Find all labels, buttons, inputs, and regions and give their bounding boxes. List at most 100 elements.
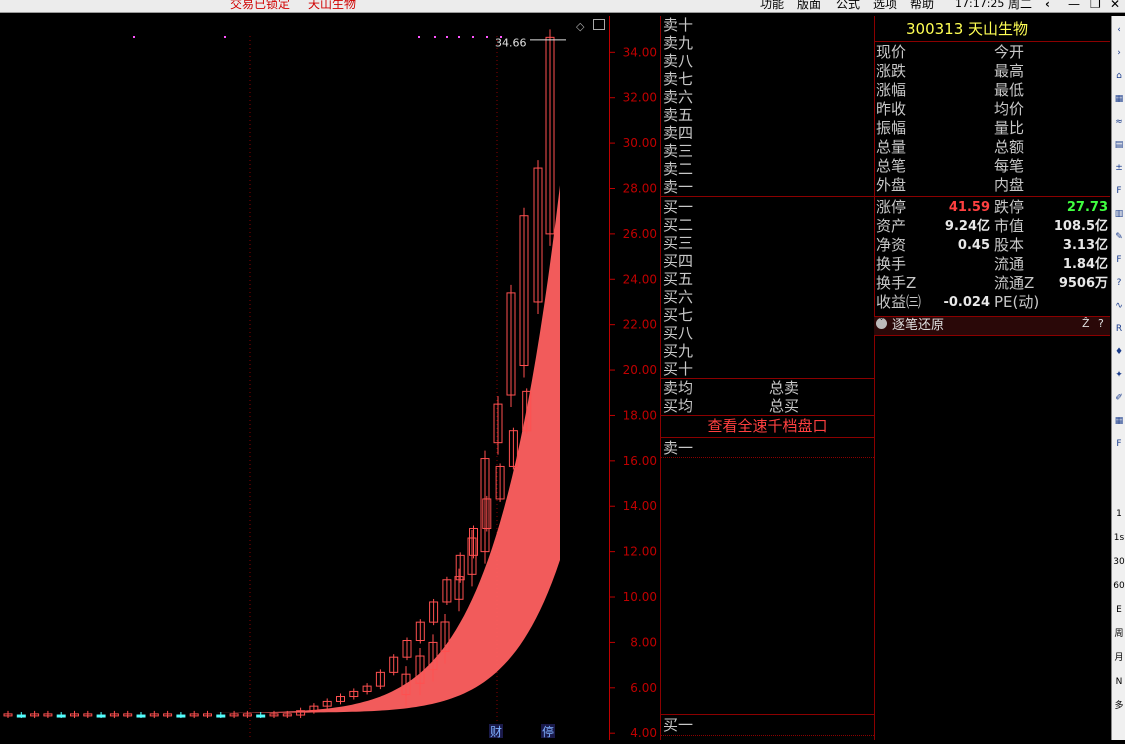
quote-left-6: 总笔: [876, 157, 907, 175]
quote-right-labels: 今开 最高 最低 均价 量比 总额 每笔 内盘: [994, 43, 1024, 195]
buy-level-4: 买四: [663, 252, 694, 270]
candle: [16, 714, 26, 718]
quote-right-5: 总额: [994, 138, 1025, 156]
candle: [96, 714, 106, 718]
minimize-icon[interactable]: —: [1068, 0, 1080, 12]
stat-label: PE(动): [994, 293, 1040, 311]
filter-icon[interactable]: Ẑ: [1082, 317, 1090, 330]
signal-icon[interactable]: ∿: [1113, 300, 1125, 312]
menu-formula[interactable]: 公式: [836, 0, 860, 12]
panel-toggle-icon[interactable]: [593, 19, 605, 30]
y-tick-label: 18.00: [623, 408, 657, 422]
restore-icon[interactable]: ❐: [1090, 0, 1101, 12]
sell-level-5: 卖六: [663, 88, 694, 106]
period-button[interactable]: 1: [1113, 508, 1125, 520]
dotted-divider: [661, 735, 874, 736]
period-button[interactable]: 60: [1113, 580, 1125, 592]
y-tick-label: 20.00: [623, 363, 657, 377]
y-tick-label: 12.00: [623, 545, 657, 559]
back-icon[interactable]: ‹: [1045, 0, 1050, 12]
divider: [661, 415, 874, 416]
total-buy-label: 总买: [769, 397, 800, 415]
stat-label: 换手: [876, 255, 907, 273]
line-icon[interactable]: ≈: [1113, 116, 1125, 128]
stock-header: 300313 天山生物: [906, 20, 1029, 38]
ticker-buy1: 买一: [663, 716, 694, 734]
arrow-left-icon[interactable]: ‹: [1113, 24, 1125, 36]
grid2-icon[interactable]: ▦: [1113, 415, 1125, 427]
rs-icon[interactable]: R: [1113, 323, 1125, 335]
fa-icon[interactable]: F: [1113, 438, 1125, 450]
period-button[interactable]: 月: [1113, 652, 1125, 664]
stat-label: 涨停: [876, 198, 907, 216]
menu-function[interactable]: 功能: [760, 0, 784, 12]
fund-icon[interactable]: F: [1113, 254, 1125, 266]
y-tick-label: 34.00: [623, 45, 657, 59]
sell-level-9: 卖二: [663, 160, 694, 178]
chevron-down-icon[interactable]: ˅: [876, 318, 887, 329]
sell-level-3: 卖八: [663, 52, 694, 70]
top-menu-bar: 交易已锁定 天山生物 功能 版面 公式 选项 帮助 17:17:25 周二 ‹ …: [0, 0, 1125, 13]
period-button[interactable]: 30: [1113, 556, 1125, 568]
clock: 17:17:25: [955, 0, 1005, 10]
quote-left-5: 总量: [876, 138, 907, 156]
menu-layout[interactable]: 版面: [797, 0, 821, 12]
stat-label: 跌停: [994, 198, 1025, 216]
edit-icon[interactable]: ✎: [1113, 231, 1125, 243]
menu-options[interactable]: 选项: [873, 0, 897, 12]
signal-dot: [133, 36, 135, 38]
menu-help[interactable]: 帮助: [910, 0, 934, 12]
list-icon[interactable]: ▥: [1113, 208, 1125, 220]
arrow-right-icon[interactable]: ›: [1113, 47, 1125, 59]
sell-level-7: 卖四: [663, 124, 694, 142]
stat-label: 收益㈢: [876, 293, 922, 311]
tick-restore-bar[interactable]: ˅ 逐笔还原 Ẑ ?: [874, 316, 1110, 336]
period-button[interactable]: N: [1113, 676, 1125, 688]
stat-label: 换手Z: [876, 274, 917, 292]
period-button[interactable]: 周: [1113, 628, 1125, 640]
y-tick-label: 8.00: [630, 635, 657, 649]
table-icon[interactable]: ▤: [1113, 139, 1125, 151]
stat-row: 资产 9.24亿 市值 108.5亿: [874, 217, 1110, 236]
chart-icon[interactable]: ⌂: [1113, 70, 1125, 82]
diamond-icon[interactable]: ◇: [576, 20, 584, 33]
divider: [661, 196, 874, 197]
event-marker: 停: [542, 724, 554, 739]
pencil-icon[interactable]: ✐: [1113, 392, 1125, 404]
stock-title: 天山生物: [308, 0, 357, 11]
sell-level-2: 卖九: [663, 34, 694, 52]
bell-icon[interactable]: ♦: [1113, 346, 1125, 358]
candle: [56, 714, 66, 718]
sell-level-1: 卖十: [663, 16, 694, 34]
period-button[interactable]: E: [1113, 604, 1125, 616]
plus-minus-icon[interactable]: ±: [1113, 162, 1125, 174]
grid-icon[interactable]: ▦: [1113, 93, 1125, 105]
candle: [136, 714, 146, 718]
stat-value: 9506万: [1058, 276, 1108, 291]
period-button[interactable]: 多: [1113, 700, 1125, 712]
buy-level-9: 买九: [663, 342, 694, 360]
period-button[interactable]: 1s: [1113, 532, 1125, 544]
help-icon[interactable]: ?: [1098, 317, 1104, 330]
compass-icon[interactable]: ✦: [1113, 369, 1125, 381]
y-tick-label: 10.00: [623, 590, 657, 604]
kline-svg[interactable]: 34.00 32.00 30.00 28.00 26.00 24.00 22.00 20.00…: [0, 16, 660, 740]
stat-label: 净资: [876, 236, 907, 254]
dotted-divider: [661, 457, 874, 458]
close-icon[interactable]: ✕: [1110, 0, 1120, 12]
sell-level-4: 卖七: [663, 70, 694, 88]
quote-right-7: 内盘: [994, 176, 1025, 194]
y-tick-label: 22.00: [623, 318, 657, 332]
sell-avg-label: 卖均: [663, 379, 694, 397]
quote-right-4: 量比: [994, 119, 1025, 137]
question-icon[interactable]: ?: [1113, 277, 1125, 289]
buy-level-3: 买三: [663, 234, 694, 252]
quote-left-3: 昨收: [876, 100, 907, 118]
sell-level-8: 卖三: [663, 142, 694, 160]
f10-icon[interactable]: F: [1113, 185, 1125, 197]
candle: [256, 714, 266, 718]
divider: [661, 714, 874, 715]
y-tick-label: 30.00: [623, 136, 657, 150]
kline-chart[interactable]: 34.00 32.00 30.00 28.00 26.00 24.00 22.00 20.00…: [0, 16, 660, 740]
full-depth-link[interactable]: 查看全速千档盘口: [661, 417, 874, 435]
